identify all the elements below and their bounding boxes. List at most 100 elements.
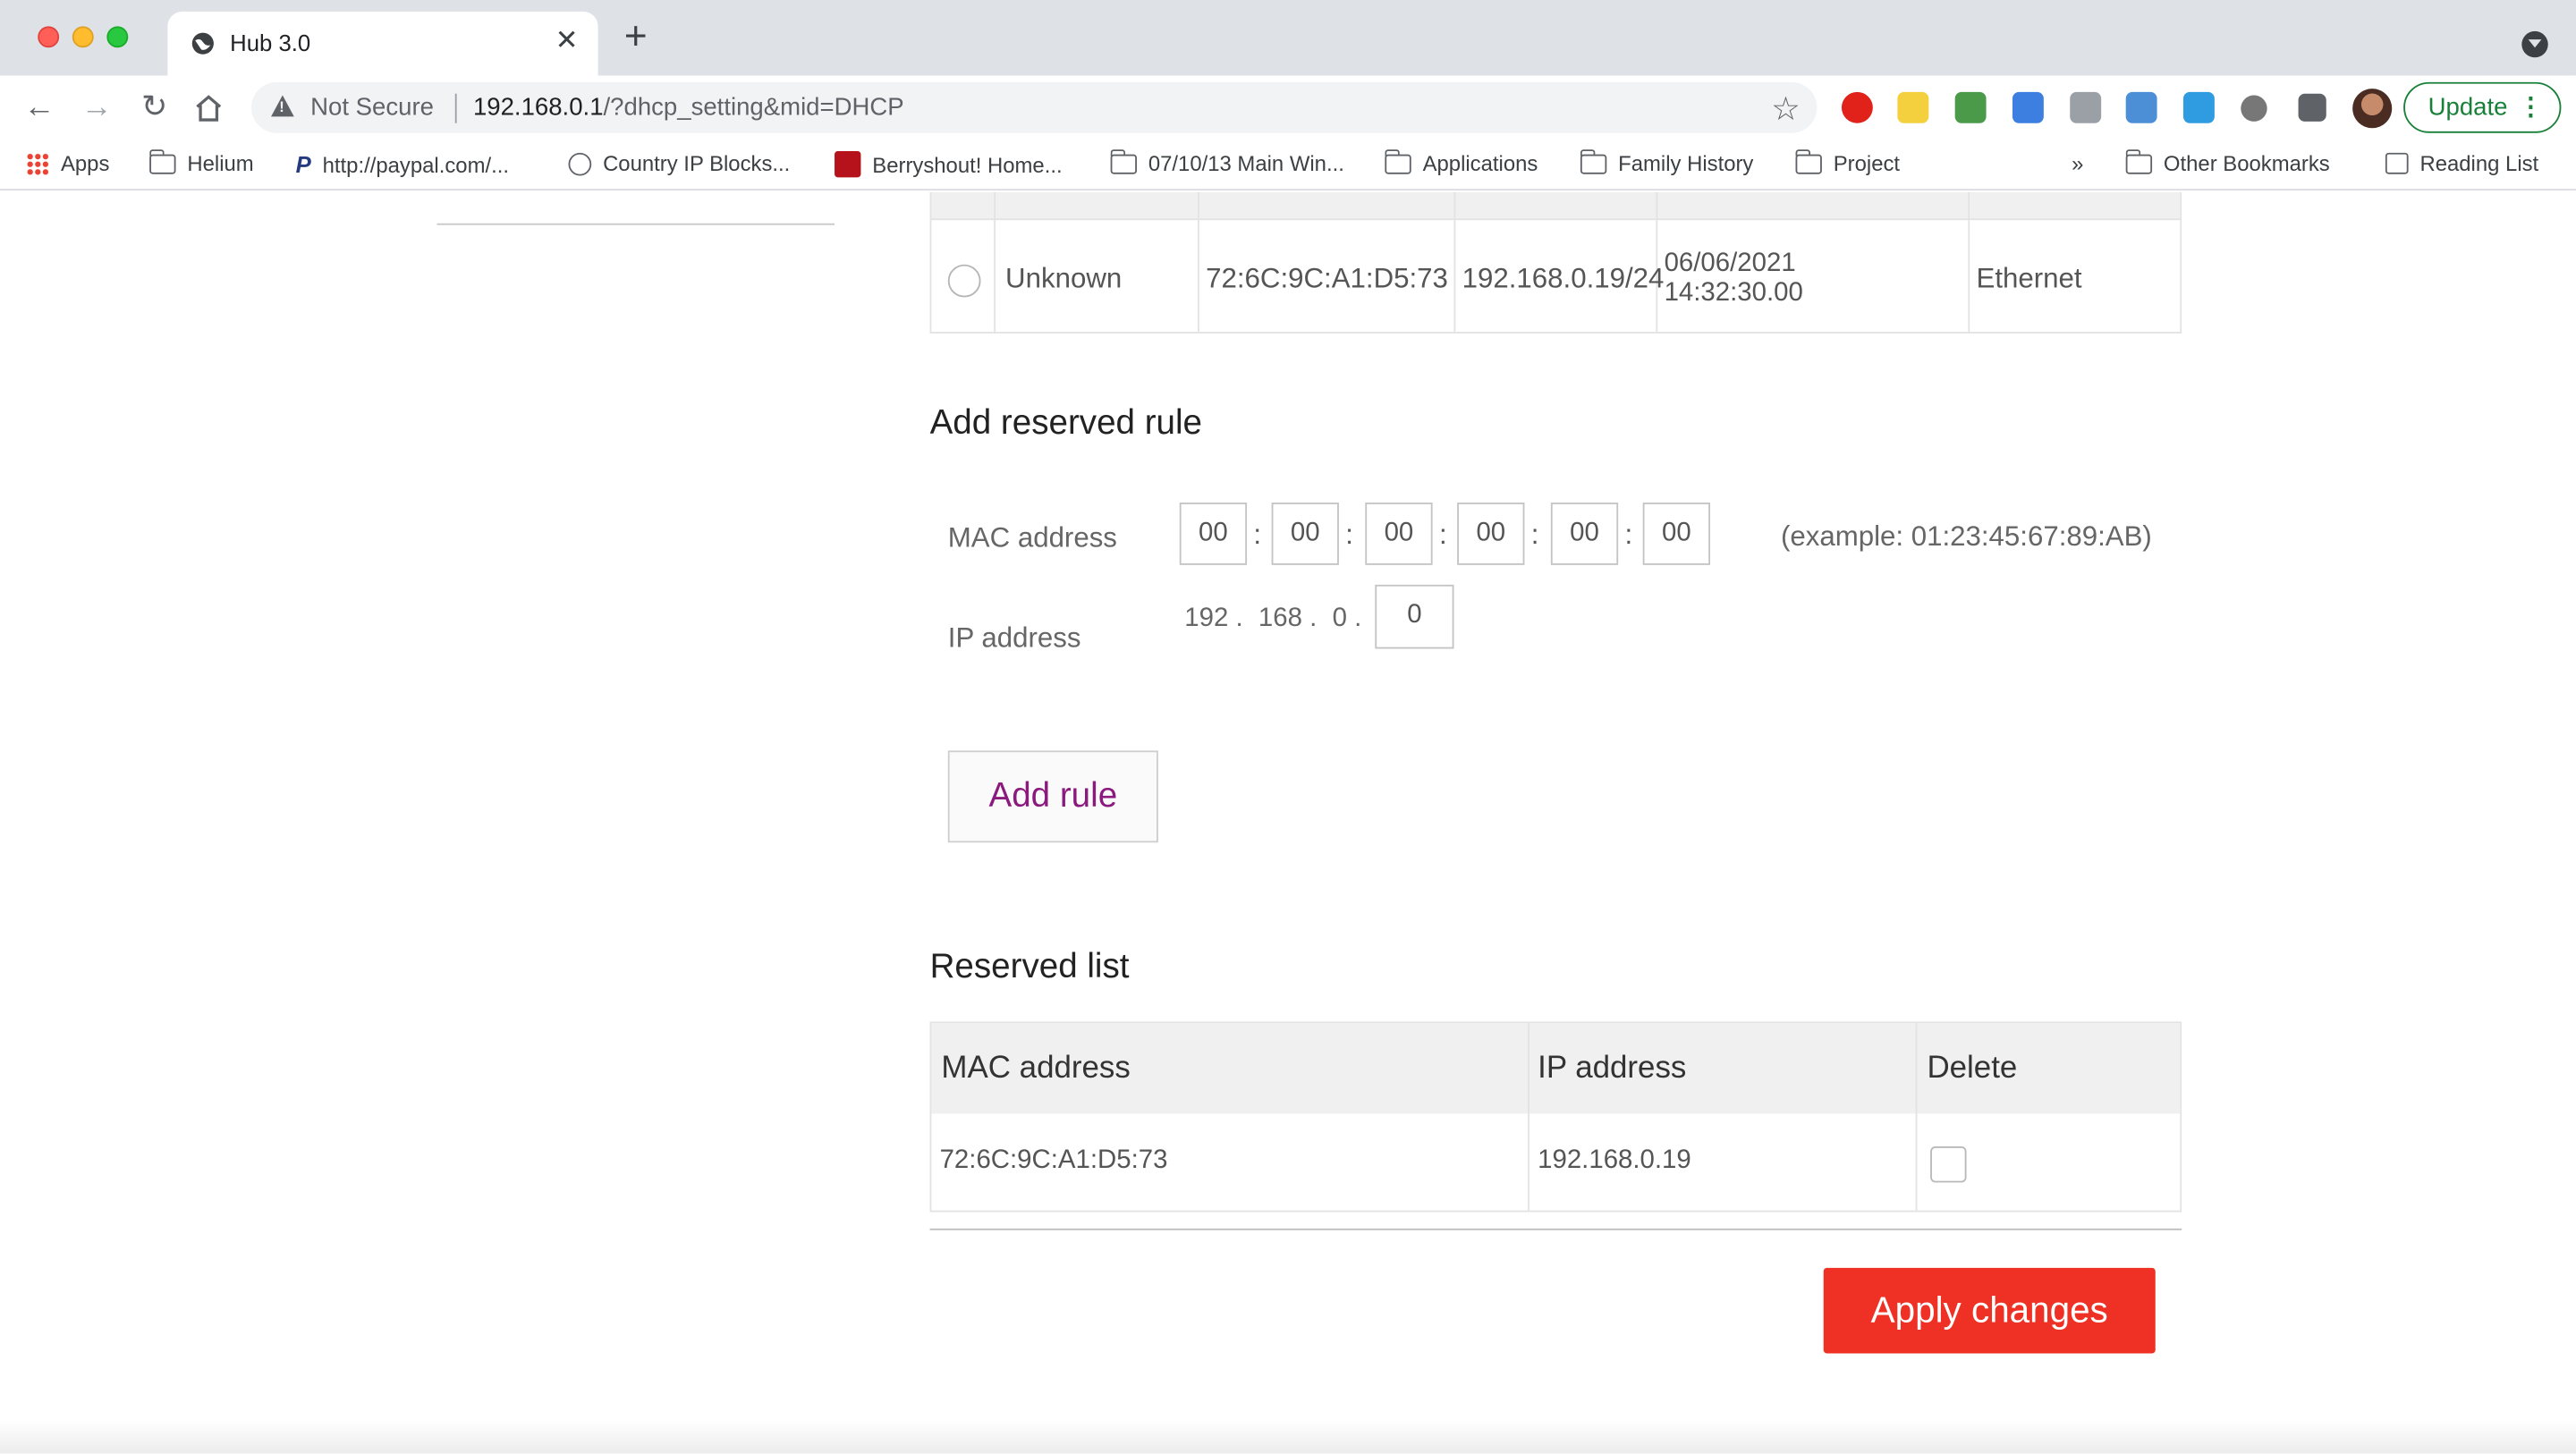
warning-icon [271,95,294,117]
close-tab-icon[interactable]: ✕ [552,25,581,55]
ip-address-label: IP address [947,622,1081,655]
column-divider [994,191,996,334]
mac-octet-1[interactable]: 00 [1179,503,1248,565]
folder-icon [1109,148,1137,173]
reading-list[interactable]: Reading List [2385,151,2538,176]
folder-icon [2124,148,2153,173]
ip-last-octet-input[interactable]: 0 [1375,584,1454,649]
reading-list-label: Reading List [2419,150,2539,176]
close-window-button[interactable] [38,26,60,48]
header-delete: Delete [1927,1051,2018,1086]
bookmark-helium[interactable]: Helium [148,148,254,176]
column-divider [1915,1023,1918,1211]
bookmark-family-history[interactable]: Family History [1579,148,1754,176]
home-icon[interactable] [192,92,225,125]
mac-address-label: MAC address [947,522,1117,554]
bookmark-label: Country IP Blocks... [603,150,791,176]
more-menu-icon[interactable]: ⋮ [2519,84,2544,131]
bookmark-paypal[interactable]: Phttp://paypal.com/... [296,151,509,177]
paypal-icon: P [295,150,311,178]
folder-icon [1794,148,1822,173]
reading-list-icon [2385,152,2409,174]
adblock-icon[interactable] [1841,91,1873,123]
bookmark-main-win[interactable]: 07/10/13 Main Win... [1109,148,1344,176]
puzzle-icon[interactable] [2298,93,2326,122]
bookmark-label: Family History [1618,150,1754,176]
bookmark-country-ip[interactable]: Country IP Blocks... [568,151,790,176]
apply-changes-button[interactable]: Apply changes [1823,1267,2156,1354]
address-bar[interactable]: Not Secure 192.168.0.1/?dhcp_setting&mid… [251,81,1818,133]
back-icon[interactable]: ← [20,89,59,128]
minimize-window-button[interactable] [72,26,94,48]
client-name: Unknown [1005,262,1123,294]
bookmarks-overflow-button[interactable]: » [2072,151,2083,176]
circle-ext-icon[interactable] [2241,95,2267,122]
mac-octet-3[interactable]: 00 [1365,503,1433,565]
code-icon[interactable] [2070,91,2102,123]
client-table-header [931,191,2181,221]
client-time: 14:32:30.00 [1664,279,1803,308]
client-mac: 72:6C:9C:A1:D5:73 [1206,262,1448,294]
bookmark-label: Project [1833,150,1901,176]
globe-icon [191,32,214,55]
reserved-mac: 72:6C:9C:A1:D5:73 [939,1146,1168,1175]
bird-icon[interactable] [2182,91,2215,123]
forward-icon[interactable]: → [77,89,116,128]
tab-search-icon[interactable] [2521,30,2548,58]
omnibox-divider [454,93,457,123]
mac-separator: : [1530,519,1539,551]
reload-icon[interactable]: ↻ [135,89,174,128]
bookmark-star-icon[interactable]: ☆ [1771,89,1801,130]
page-content: Unknown 72:6C:9C:A1:D5:73 192.168.0.19/2… [0,191,2576,1454]
bookmark-apps[interactable]: Apps [26,151,109,176]
tab-hub[interactable]: Hub 3.0 ✕ [167,11,598,76]
bookmark-label: Applications [1422,150,1538,176]
mac-separator: : [1253,519,1262,551]
update-label: Update [2428,93,2508,122]
toolbar: ← → ↻ Not Secure 192.168.0.1/?dhcp_setti… [0,75,2576,141]
add-rule-title: Add reserved rule [929,403,1203,443]
mac-octet-2[interactable]: 00 [1271,503,1339,565]
ip-octet-fixed: 0 . [1332,604,1362,633]
screenshot-icon[interactable] [2125,91,2157,123]
mac-octet-5[interactable]: 00 [1550,503,1619,565]
new-tab-button[interactable]: + [618,17,654,56]
avatar[interactable] [2352,89,2393,129]
ip-octet-fixed: 168 . [1258,604,1318,633]
folder-icon [1579,148,1607,173]
bookmark-project[interactable]: Project [1794,148,1901,176]
reserved-ip: 192.168.0.19 [1538,1146,1691,1175]
client-date: 06/06/2021 [1664,249,1796,278]
refresh-ext-icon[interactable] [1954,91,1987,123]
maximize-window-button[interactable] [106,26,129,48]
translate-icon[interactable] [2012,91,2044,123]
bookmark-label: http://paypal.com/... [322,151,510,177]
client-ip: 192.168.0.19/24 [1462,262,1665,294]
url-text[interactable]: 192.168.0.1/?dhcp_setting&mid=DHCP [473,94,904,122]
apps-grid-icon [26,151,50,175]
page-bottom-shade [0,1420,2576,1454]
tab-strip: Hub 3.0 ✕ + [0,0,2576,76]
other-bookmarks[interactable]: Other Bookmarks [2124,148,2330,176]
header-ip-address: IP address [1538,1051,1687,1086]
update-button[interactable]: Update ⋮ [2403,81,2562,133]
client-radio[interactable] [947,264,981,298]
bookmark-berryshout[interactable]: Berryshout! Home... [835,150,1063,178]
column-divider [1453,191,1456,334]
bookmark-applications[interactable]: Applications [1384,148,1538,176]
bookmarks-bar: Apps Helium Phttp://paypal.com/... Count… [0,140,2576,191]
url-path: /?dhcp_setting&mid=DHCP [603,93,904,122]
other-bookmarks-label: Other Bookmarks [2163,150,2330,176]
reserved-table: MAC address IP address Delete 72:6C:9C:A… [929,1021,2182,1213]
mac-octet-6[interactable]: 00 [1642,503,1711,565]
delete-checkbox[interactable] [1930,1146,1967,1183]
mac-separator: : [1624,519,1633,551]
header-mac-address: MAC address [941,1051,1131,1086]
highlighter-icon[interactable] [1897,91,1929,123]
add-rule-button[interactable]: Add rule [947,750,1158,843]
bookmark-label: 07/10/13 Main Win... [1148,150,1344,176]
browser-window: Hub 3.0 ✕ + ← → ↻ Not Secure 192.168.0.1… [0,0,2576,1454]
mac-example-hint: (example: 01:23:45:67:89:AB) [1780,520,2152,553]
mac-octet-4[interactable]: 00 [1457,503,1525,565]
sidebar-divider [436,223,835,225]
